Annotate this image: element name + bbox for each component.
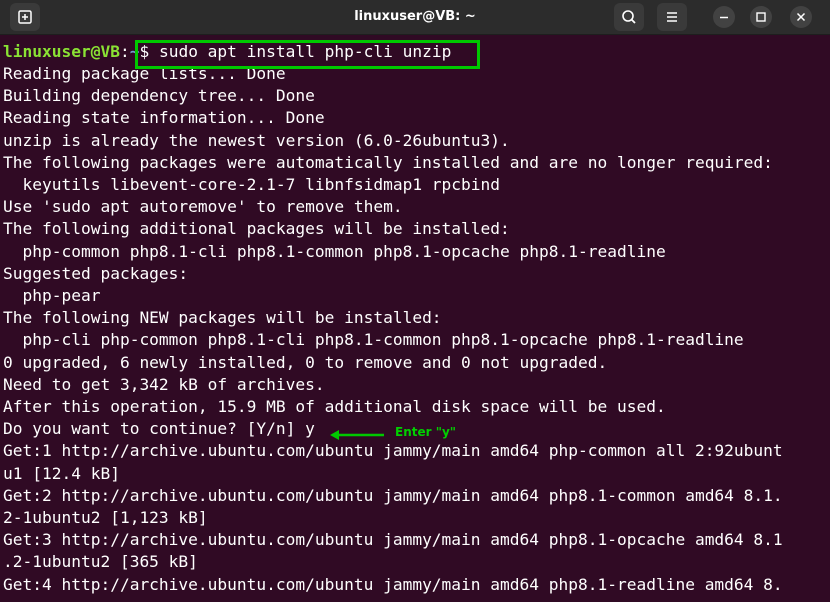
output-line: php-pear xyxy=(3,286,101,305)
output-line: unzip is already the newest version (6.0… xyxy=(3,130,510,150)
output-line: Suggested packages: xyxy=(3,263,189,283)
output-line: u1 [12.4 kB] xyxy=(3,463,120,483)
output-line: php-cli php-common php8.1-cli php8.1-com… xyxy=(3,330,744,350)
minimize-button[interactable] xyxy=(713,6,735,28)
menu-button[interactable] xyxy=(657,3,687,31)
window-title: linuxuser@VB: ~ xyxy=(354,9,476,24)
output-line: Reading state information... Done xyxy=(3,108,325,128)
output-line: The following NEW packages will be insta… xyxy=(3,308,442,328)
title-bar[interactable]: linuxuser@VB: ~ xyxy=(0,0,830,35)
output-line: Do you want to continue? [Y/n] y xyxy=(3,419,315,439)
close-icon xyxy=(796,12,806,22)
arrow-left-icon xyxy=(330,430,384,440)
output-line: Get:1 http://archive.ubuntu.com/ubuntu j… xyxy=(3,441,783,461)
output-line: 2-1ubuntu2 [1,123 kB] xyxy=(3,508,208,527)
output-line: Use 'sudo apt autoremove' to remove them… xyxy=(3,197,403,217)
output-line: The following packages were automaticall… xyxy=(3,152,773,172)
prompt-separator: : xyxy=(119,42,130,61)
close-button[interactable] xyxy=(790,6,812,28)
search-button[interactable] xyxy=(614,3,644,31)
enter-y-annotation: Enter "y" xyxy=(395,425,457,439)
output-line: .2-1ubuntu2 [365 kB] xyxy=(3,552,198,572)
minimize-icon xyxy=(720,16,728,19)
output-line: Get:4 http://archive.ubuntu.com/ubuntu j… xyxy=(3,574,783,594)
output-line: After this operation, 15.9 MB of additio… xyxy=(3,397,666,416)
terminal-output[interactable]: linuxuser@VB:~$ sudo apt install php-cli… xyxy=(0,35,830,602)
command-highlight-box xyxy=(135,40,480,69)
scrollbar[interactable] xyxy=(822,36,828,602)
terminal-window: linuxuser@VB: ~ linuxuser@VB:~$ sudo apt… xyxy=(0,0,830,602)
output-line: The following additional packages will b… xyxy=(3,219,510,239)
maximize-icon xyxy=(756,12,766,22)
output-line: php-common php8.1-cli php8.1-common php8… xyxy=(3,241,666,261)
output-line: 0 upgraded, 6 newly installed, 0 to remo… xyxy=(3,352,608,372)
output-line: keyutils libevent-core-2.1-7 libnfsidmap… xyxy=(3,175,501,194)
maximize-button[interactable] xyxy=(750,6,772,28)
output-line: Get:2 http://archive.ubuntu.com/ubuntu j… xyxy=(3,485,783,505)
prompt-user-host: linuxuser@VB xyxy=(3,42,120,61)
output-line: Need to get 3,342 kB of archives. xyxy=(3,374,325,394)
output-line: Building dependency tree... Done xyxy=(3,86,315,106)
hamburger-menu-icon xyxy=(667,12,677,22)
search-icon xyxy=(622,10,636,24)
output-line: Get:3 http://archive.ubuntu.com/ubuntu j… xyxy=(3,530,783,550)
